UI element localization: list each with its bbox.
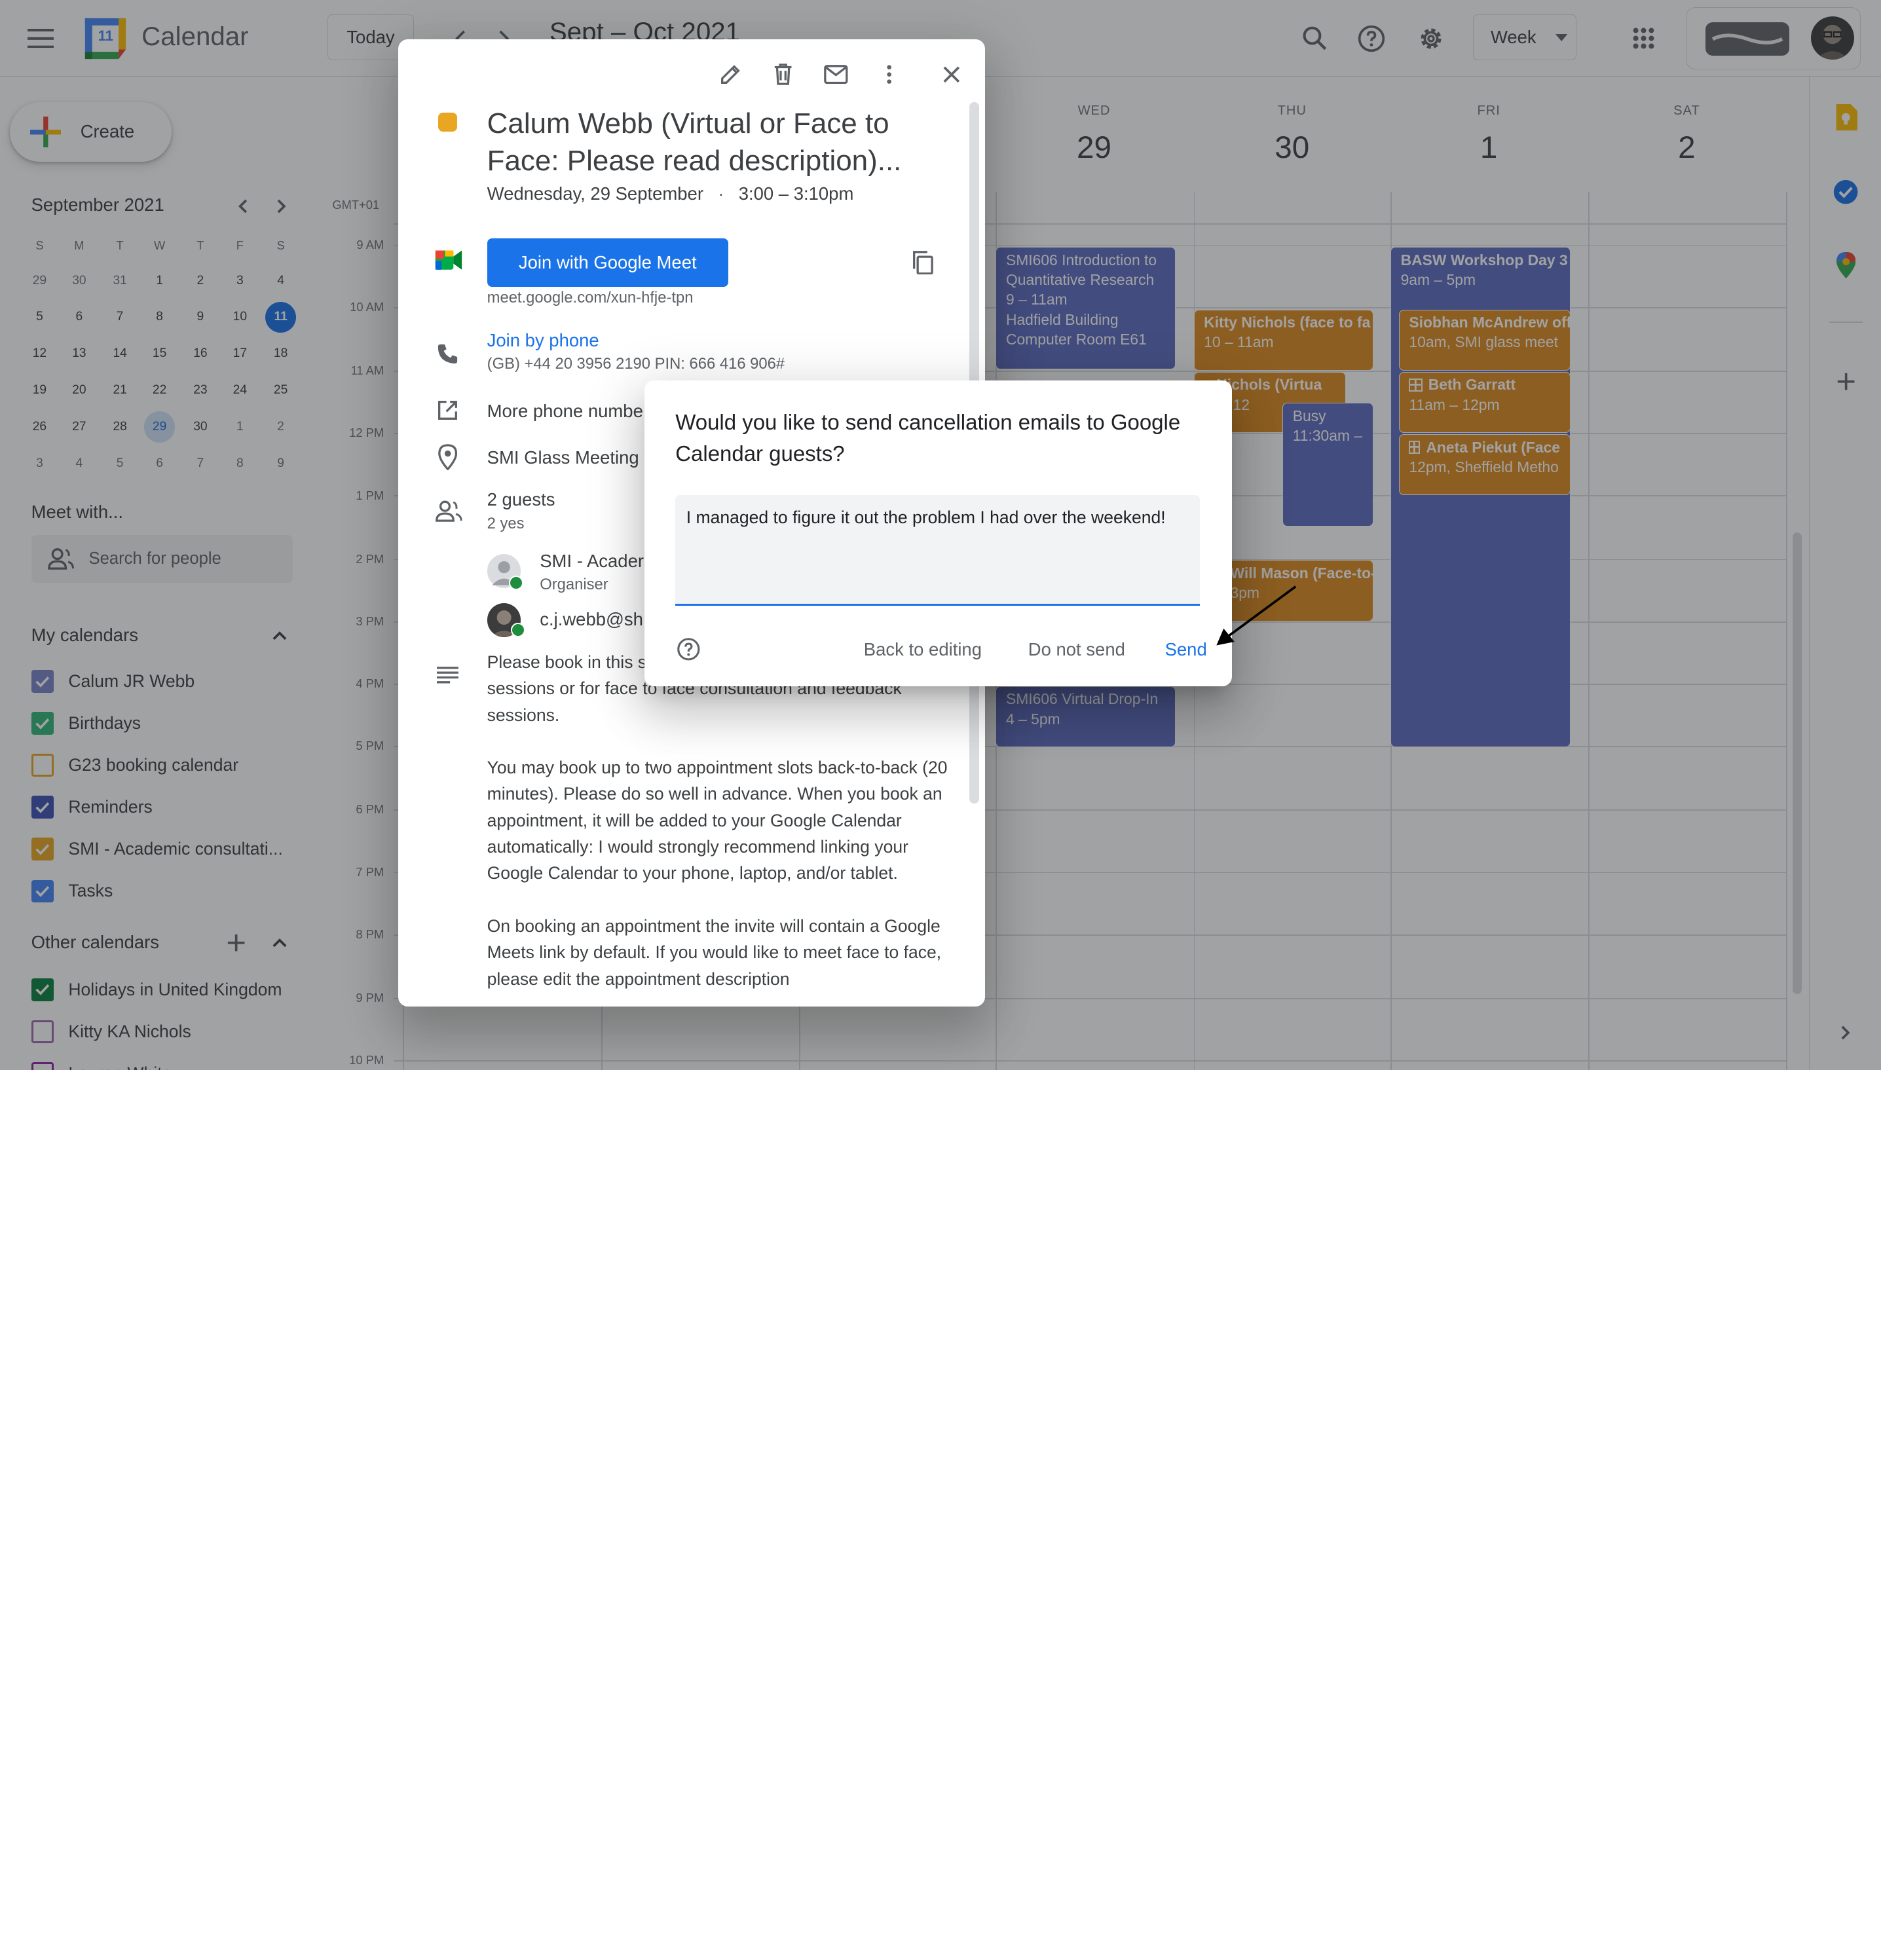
back-to-editing-button[interactable]: Back to editing [864, 639, 982, 660]
copy-icon[interactable] [907, 247, 939, 278]
description-paragraph: You may book up to two appointment slots… [487, 758, 948, 883]
event-time: 3:00 – 3:10pm [738, 183, 854, 204]
event-description: Please book in this slot for virtual con… [487, 649, 955, 1007]
meet-link[interactable]: meet.google.com/xun-hfje-tpn [487, 289, 694, 307]
do-not-send-button[interactable]: Do not send [1028, 639, 1125, 660]
google-meet-icon [434, 247, 463, 276]
edit-pencil-icon[interactable] [715, 59, 747, 90]
event-datetime: Wednesday, 29 September · 3:00 – 3:10pm [487, 183, 854, 204]
location-pin-icon [433, 443, 462, 472]
event-color-swatch [438, 113, 457, 132]
guest-role: Organiser [540, 576, 608, 594]
external-link-icon [433, 396, 462, 424]
close-icon[interactable] [936, 59, 967, 90]
join-by-phone-link[interactable]: Join by phone [487, 330, 599, 351]
more-options-icon[interactable] [873, 59, 904, 90]
guests-icon [433, 496, 464, 525]
guests-yes-count: 2 yes [487, 514, 525, 532]
calendar-app: 11 Calendar Today Sept – Oct 2021 Week C… [0, 0, 1881, 1070]
event-date: Wednesday, 29 September [487, 183, 703, 204]
delete-trash-icon[interactable] [768, 59, 799, 90]
dialog-title: Would you like to send cancellation emai… [675, 409, 1181, 466]
phone-detail: (GB) +44 20 3956 2190 PIN: 666 416 906# [487, 355, 785, 373]
join-meet-button[interactable]: Join with Google Meet [487, 238, 728, 287]
event-location: SMI Glass Meeting [487, 447, 639, 468]
event-title: Calum Webb (Virtual or Face to Face: Ple… [487, 107, 902, 177]
guests-count: 2 guests [487, 489, 555, 510]
description-paragraph: On booking an appointment the invite wil… [487, 915, 942, 989]
phone-icon [433, 339, 462, 368]
guest-email: c.j.webb@sh [540, 609, 643, 630]
cancellation-message-text: I managed to figure it out the problem I… [686, 507, 1166, 527]
send-button[interactable]: Send [1165, 639, 1207, 660]
description-icon [433, 661, 462, 690]
help-icon[interactable] [675, 636, 701, 662]
guest-name: SMI - Acader [540, 550, 644, 571]
email-guests-icon[interactable] [821, 59, 852, 90]
cancellation-email-dialog: Would you like to send cancellation emai… [644, 380, 1233, 686]
more-phone-numbers-link[interactable]: More phone numbe [487, 401, 643, 422]
cancellation-message-input[interactable]: I managed to figure it out the problem I… [675, 495, 1200, 606]
